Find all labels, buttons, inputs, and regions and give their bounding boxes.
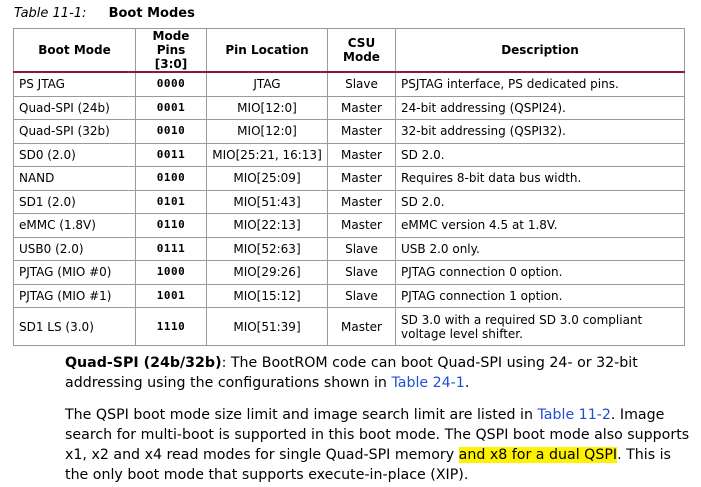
- cell-description: 24-bit addressing (QSPI24).: [395, 95, 685, 120]
- header-mode-pins-line2: [3:0]: [154, 57, 188, 71]
- header-boot-mode: Boot Mode: [13, 28, 136, 73]
- cell-pin-location: MIO[12:0]: [206, 95, 328, 120]
- paragraph-text: .: [464, 375, 470, 391]
- cell-mode-pins: 1001: [135, 283, 207, 308]
- cell-description: eMMC version 4.5 at 1.8V.: [395, 213, 685, 238]
- cell-mode-pins: 0011: [135, 142, 207, 167]
- table-row: SD1 LS (3.0) 1110 MIO[51:39] Master SD 3…: [13, 307, 685, 346]
- cell-description: Requires 8-bit data bus width.: [395, 166, 685, 191]
- table-row: PS JTAG 0000 JTAG Slave PSJTAG interface…: [13, 71, 685, 97]
- cell-boot-mode: PJTAG (MIO #1): [13, 283, 136, 308]
- cell-mode-pins: 1110: [135, 307, 207, 346]
- cell-mode-pins: 0111: [135, 236, 207, 261]
- cell-description: 32-bit addressing (QSPI32).: [395, 119, 685, 144]
- table-caption-title: Boot Modes: [108, 6, 195, 21]
- table-row: PJTAG (MIO #1) 1001 MIO[15:12] Slave PJT…: [13, 283, 685, 308]
- cell-description: SD 2.0.: [395, 189, 685, 214]
- cell-mode-pins: 1000: [135, 260, 207, 285]
- cell-description: PJTAG connection 0 option.: [395, 260, 685, 285]
- cell-pin-location: MIO[29:26]: [206, 260, 328, 285]
- cell-description: SD 2.0.: [395, 142, 685, 167]
- table-11-2-link[interactable]: Table 11-2: [537, 407, 610, 423]
- paragraph-text: The QSPI boot mode size limit and image …: [65, 407, 538, 423]
- cell-description: SD 3.0 with a required SD 3.0 compliant …: [395, 307, 685, 346]
- boot-modes-table: Boot Mode Mode Pins [3:0] Pin Location C…: [13, 28, 685, 346]
- cell-mode-pins: 0110: [135, 213, 207, 238]
- cell-pin-location: MIO[51:43]: [206, 189, 328, 214]
- cell-csu-mode: Master: [327, 189, 396, 214]
- paragraph-lead: Quad-SPI (24b/32b): [65, 355, 222, 371]
- table-row: SD0 (2.0) 0011 MIO[25:21, 16:13] Master …: [13, 142, 685, 167]
- header-mode-pins-line1: Mode Pins: [152, 29, 190, 57]
- cell-mode-pins: 0101: [135, 189, 207, 214]
- cell-csu-mode: Master: [327, 307, 396, 346]
- cell-boot-mode: Quad-SPI (32b): [13, 119, 136, 144]
- table-row: SD1 (2.0) 0101 MIO[51:43] Master SD 2.0.: [13, 189, 685, 214]
- cell-pin-location: MIO[22:13]: [206, 213, 328, 238]
- cell-mode-pins: 0001: [135, 95, 207, 120]
- table-row: USB0 (2.0) 0111 MIO[52:63] Slave USB 2.0…: [13, 236, 685, 261]
- table-24-1-link[interactable]: Table 24-1: [391, 375, 464, 391]
- cell-description: USB 2.0 only.: [395, 236, 685, 261]
- cell-csu-mode: Master: [327, 142, 396, 167]
- cell-csu-mode: Master: [327, 95, 396, 120]
- cell-boot-mode: USB0 (2.0): [13, 236, 136, 261]
- paragraph-quad-spi: Quad-SPI (24b/32b): The BootROM code can…: [65, 353, 695, 393]
- cell-csu-mode: Master: [327, 166, 396, 191]
- cell-mode-pins: 0100: [135, 166, 207, 191]
- paragraph-qspi-limits: The QSPI boot mode size limit and image …: [65, 405, 695, 485]
- cell-pin-location: MIO[12:0]: [206, 119, 328, 144]
- table-caption-label: Table 11-1:: [14, 6, 87, 21]
- cell-boot-mode: PS JTAG: [13, 71, 136, 97]
- header-description: Description: [395, 28, 685, 73]
- cell-mode-pins: 0000: [135, 71, 207, 97]
- cell-boot-mode: PJTAG (MIO #0): [13, 260, 136, 285]
- cell-boot-mode: SD1 (2.0): [13, 189, 136, 214]
- cell-pin-location: MIO[52:63]: [206, 236, 328, 261]
- cell-description: PSJTAG interface, PS dedicated pins.: [395, 71, 685, 97]
- header-pin-location: Pin Location: [206, 28, 328, 73]
- table-row: Quad-SPI (24b) 0001 MIO[12:0] Master 24-…: [13, 95, 685, 120]
- cell-pin-location: MIO[25:21, 16:13]: [206, 142, 328, 167]
- cell-boot-mode: NAND: [13, 166, 136, 191]
- table-row: NAND 0100 MIO[25:09] Master Requires 8-b…: [13, 166, 685, 191]
- cell-boot-mode: SD0 (2.0): [13, 142, 136, 167]
- cell-pin-location: JTAG: [206, 71, 328, 97]
- cell-csu-mode: Slave: [327, 71, 396, 97]
- cell-csu-mode: Master: [327, 119, 396, 144]
- table-row: eMMC (1.8V) 0110 MIO[22:13] Master eMMC …: [13, 213, 685, 238]
- table-caption: Table 11-1: Boot Modes: [14, 6, 195, 22]
- header-mode-pins: Mode Pins [3:0]: [135, 28, 207, 73]
- table-row: Quad-SPI (32b) 0010 MIO[12:0] Master 32-…: [13, 119, 685, 144]
- cell-boot-mode: SD1 LS (3.0): [13, 307, 136, 346]
- cell-csu-mode: Slave: [327, 260, 396, 285]
- cell-pin-location: MIO[51:39]: [206, 307, 328, 346]
- cell-boot-mode: Quad-SPI (24b): [13, 95, 136, 120]
- cell-csu-mode: Slave: [327, 283, 396, 308]
- table-header-row: Boot Mode Mode Pins [3:0] Pin Location C…: [13, 28, 685, 73]
- cell-csu-mode: Slave: [327, 236, 396, 261]
- cell-description: PJTAG connection 1 option.: [395, 283, 685, 308]
- cell-boot-mode: eMMC (1.8V): [13, 213, 136, 238]
- header-csu-mode: CSU Mode: [327, 28, 396, 73]
- table-row: PJTAG (MIO #0) 1000 MIO[29:26] Slave PJT…: [13, 260, 685, 285]
- cell-pin-location: MIO[15:12]: [206, 283, 328, 308]
- highlighted-text: and x8 for a dual QSPI: [458, 447, 618, 463]
- cell-csu-mode: Master: [327, 213, 396, 238]
- cell-pin-location: MIO[25:09]: [206, 166, 328, 191]
- cell-mode-pins: 0010: [135, 119, 207, 144]
